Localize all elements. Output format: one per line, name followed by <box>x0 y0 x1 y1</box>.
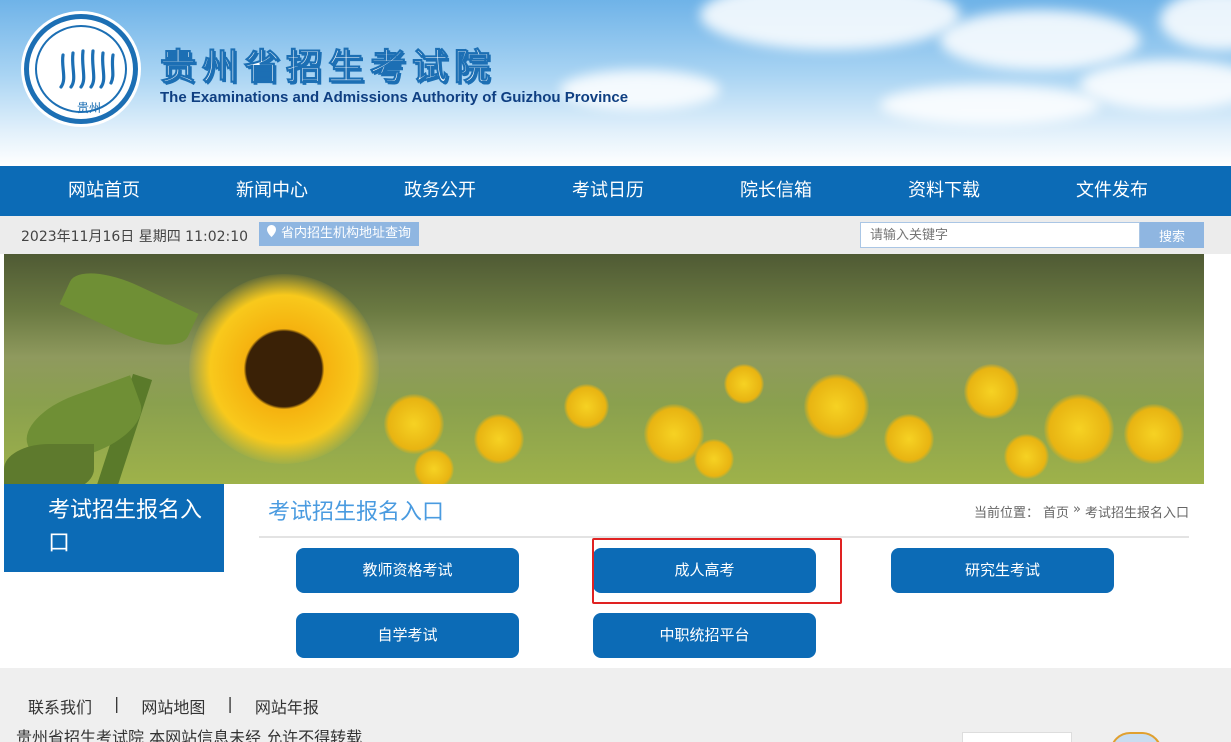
breadcrumb-current: 考试招生报名入口 <box>1084 506 1189 521</box>
footer-link-contact[interactable]: 联系我们 <box>28 694 92 718</box>
logo-text: 贵州 <box>76 101 101 115</box>
nav-item-gov-affairs[interactable]: 政务公开 <box>356 166 524 216</box>
nav-item-news[interactable]: 新闻中心 <box>188 166 356 216</box>
nav-item-home[interactable]: 网站首页 <box>20 166 188 216</box>
breadcrumb-home-link[interactable]: 首页 <box>1043 502 1069 521</box>
footer-links: 联系我们 | 网站地图 | 网站年报 <box>28 694 319 718</box>
sidebar-title: 考试招生报名入口 <box>4 484 224 572</box>
location-pin-icon <box>267 222 276 246</box>
footer-copyright: 贵州省招生考试院 本网站信息未经 允许不得转载 <box>16 728 363 742</box>
page-title: 考试招生报名入口 <box>268 500 445 525</box>
institution-address-link[interactable]: 省内招生机构地址查询 <box>259 222 420 246</box>
entry-graduate-exam-button[interactable]: 研究生考试 <box>891 548 1114 593</box>
site-subtitle: The Examinations and Admissions Authorit… <box>160 89 629 106</box>
banner-image <box>4 254 1204 484</box>
site-logo[interactable]: 贵州 <box>24 14 138 124</box>
nav-item-documents[interactable]: 文件发布 <box>1028 166 1196 216</box>
footer-emblem[interactable] <box>1110 732 1162 742</box>
footer-link-sitemap[interactable]: 网站地图 <box>141 694 205 718</box>
site-footer: 联系我们 | 网站地图 | 网站年报 贵州省招生考试院 本网站信息未经 允许不得… <box>0 668 1231 742</box>
footer-link-separator: | <box>227 694 233 713</box>
site-header: 贵州 贵州省招生考试院 The Examinations and Admissi… <box>0 0 1231 166</box>
footer-badge[interactable] <box>962 732 1072 742</box>
breadcrumb-prefix: 当前位置： <box>973 506 1039 521</box>
entry-self-study-exam-button[interactable]: 自学考试 <box>296 613 519 658</box>
info-bar: 2023年11月16日 星期四 11:02:10 省内招生机构地址查询 搜索 <box>0 216 1231 254</box>
nav-item-downloads[interactable]: 资料下载 <box>860 166 1028 216</box>
breadcrumb-separator: » <box>1073 502 1081 517</box>
nav-item-exam-calendar[interactable]: 考试日历 <box>524 166 692 216</box>
current-datetime: 2023年11月16日 星期四 11:02:10 <box>21 229 249 245</box>
breadcrumb: 当前位置： 首页 » 考试招生报名入口 <box>974 502 1189 521</box>
footer-link-annual-report[interactable]: 网站年报 <box>255 694 319 718</box>
search-button[interactable]: 搜索 <box>1140 222 1204 248</box>
entry-teacher-qualification-button[interactable]: 教师资格考试 <box>296 548 519 593</box>
entry-vocational-platform-button[interactable]: 中职统招平台 <box>593 613 816 658</box>
main-nav: 网站首页 新闻中心 政务公开 考试日历 院长信箱 资料下载 文件发布 <box>0 166 1231 216</box>
logo-waves-icon <box>59 49 115 89</box>
highlight-box <box>592 538 842 604</box>
institution-address-label: 省内招生机构地址查询 <box>281 226 412 241</box>
footer-link-separator: | <box>114 694 120 713</box>
nav-item-director-mailbox[interactable]: 院长信箱 <box>692 166 860 216</box>
site-title: 贵州省招生考试院 <box>159 46 497 89</box>
search-input[interactable] <box>860 222 1140 248</box>
